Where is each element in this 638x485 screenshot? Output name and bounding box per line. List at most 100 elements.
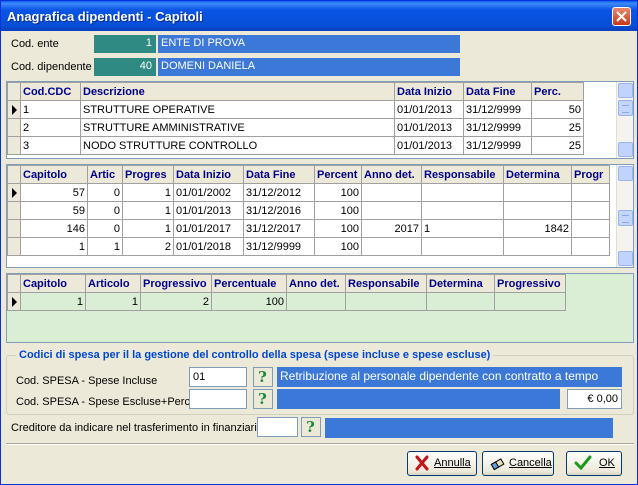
table-cell[interactable] — [426, 292, 495, 311]
cdc-grid[interactable]: Cod.CDC Descrizione Data Inizio Data Fin… — [6, 81, 634, 159]
table-cell[interactable]: 100 — [314, 219, 362, 238]
col-header[interactable]: Descrizione — [80, 82, 395, 101]
table-cell[interactable]: 100 — [314, 237, 362, 256]
table-cell[interactable]: 146 — [20, 219, 88, 238]
table-cell[interactable]: 1 — [20, 237, 88, 256]
table-cell[interactable]: 31/12/2017 — [243, 219, 315, 238]
table-row[interactable]: 1 1 2 100 — [7, 292, 566, 311]
table-cell[interactable]: 50 — [531, 100, 584, 119]
table-cell[interactable]: 25 — [531, 118, 584, 137]
row-indicator[interactable] — [7, 219, 21, 238]
table-cell[interactable]: 1 — [122, 201, 174, 220]
col-header[interactable]: Capitolo — [20, 274, 86, 293]
table-row[interactable]: 2 STRUTTURE AMMINISTRATIVE 01/01/2013 31… — [7, 118, 584, 137]
table-cell[interactable]: 31/12/9999 — [463, 136, 532, 155]
table-cell[interactable]: 59 — [20, 201, 88, 220]
table-cell[interactable]: 3 — [20, 136, 81, 155]
cancella-button[interactable]: Cancella — [482, 451, 554, 476]
col-header[interactable]: Data Fine — [243, 165, 315, 184]
scroll-down-button[interactable] — [618, 251, 633, 266]
col-header[interactable]: Progr — [571, 165, 610, 184]
table-cell[interactable]: 31/12/9999 — [463, 100, 532, 119]
col-header[interactable]: Progressivo — [140, 274, 212, 293]
row-indicator[interactable] — [7, 237, 21, 256]
creditore-lookup-button[interactable]: ? — [301, 417, 321, 437]
table-cell[interactable]: 1842 — [503, 219, 572, 238]
table-cell[interactable]: 31/12/2016 — [243, 201, 315, 220]
scroll-thumb[interactable] — [618, 210, 633, 226]
capitoli-grid[interactable]: Capitolo Artic Progres Data Inizio Data … — [6, 164, 634, 268]
table-cell[interactable] — [571, 219, 610, 238]
table-cell[interactable]: 31/12/2012 — [243, 183, 315, 202]
table-cell[interactable]: 1 — [122, 219, 174, 238]
table-cell[interactable]: 01/01/2013 — [394, 118, 464, 137]
scroll-up-button[interactable] — [618, 166, 633, 181]
table-row[interactable]: 59 0 1 01/01/2013 31/12/2016 100 — [7, 201, 610, 220]
row-indicator[interactable] — [7, 201, 21, 220]
table-cell[interactable]: 01/01/2018 — [173, 237, 244, 256]
table-cell[interactable]: 0 — [87, 201, 123, 220]
table-cell[interactable]: 1 — [20, 100, 81, 119]
col-header[interactable]: Articolo — [85, 274, 141, 293]
scroll-thumb[interactable] — [618, 100, 633, 116]
table-cell[interactable]: STRUTTURE AMMINISTRATIVE — [80, 118, 395, 137]
table-cell[interactable]: 2 — [140, 292, 212, 311]
col-header[interactable]: Responsabile — [421, 165, 504, 184]
table-cell[interactable]: 2017 — [361, 219, 422, 238]
table-cell[interactable] — [503, 183, 572, 202]
table-cell[interactable]: 01/01/2013 — [394, 136, 464, 155]
col-header[interactable]: Data Fine — [463, 82, 532, 101]
table-cell[interactable] — [286, 292, 346, 311]
row-indicator[interactable] — [7, 292, 21, 311]
table-cell[interactable]: 2 — [20, 118, 81, 137]
col-header[interactable]: Data Inizio — [173, 165, 244, 184]
table-cell[interactable] — [571, 237, 610, 256]
annulla-button[interactable]: Annulla — [407, 451, 477, 476]
ok-button[interactable]: OK — [566, 451, 622, 476]
table-cell[interactable] — [361, 201, 422, 220]
table-cell[interactable]: NODO STRUTTURE CONTROLLO — [80, 136, 395, 155]
col-header[interactable]: Determina — [503, 165, 572, 184]
scroll-up-button[interactable] — [618, 83, 633, 98]
creditore-input[interactable] — [257, 417, 298, 437]
col-header[interactable]: Perc. — [531, 82, 584, 101]
col-header[interactable]: Capitolo — [20, 165, 88, 184]
table-cell[interactable]: 1 — [421, 219, 504, 238]
col-header[interactable]: Anno det. — [361, 165, 422, 184]
table-cell[interactable] — [503, 237, 572, 256]
table-row[interactable]: 3 NODO STRUTTURE CONTROLLO 01/01/2013 31… — [7, 136, 584, 155]
row-indicator[interactable] — [7, 100, 21, 119]
table-row[interactable]: 1 1 2 01/01/2018 31/12/9999 100 — [7, 237, 610, 256]
scroll-down-button[interactable] — [618, 142, 633, 157]
table-cell[interactable] — [361, 237, 422, 256]
table-cell[interactable]: 01/01/2002 — [173, 183, 244, 202]
table-cell[interactable]: 1 — [85, 292, 141, 311]
table-cell[interactable]: 2 — [122, 237, 174, 256]
col-header[interactable]: Cod.CDC — [20, 82, 81, 101]
table-cell[interactable]: 31/12/9999 — [463, 118, 532, 137]
table-cell[interactable]: 0 — [87, 219, 123, 238]
cdc-scrollbar[interactable] — [616, 82, 633, 158]
sub-grid[interactable]: Capitolo Articolo Progressivo Percentual… — [6, 273, 634, 343]
col-header[interactable]: Anno det. — [286, 274, 346, 293]
table-cell[interactable]: 01/01/2017 — [173, 219, 244, 238]
table-cell[interactable]: 100 — [211, 292, 287, 311]
table-cell[interactable] — [571, 183, 610, 202]
spese-incluse-input[interactable]: 01 — [189, 367, 247, 387]
col-header[interactable]: Progressivo — [494, 274, 566, 293]
row-indicator[interactable] — [7, 183, 21, 202]
spese-escluse-lookup-button[interactable]: ? — [253, 389, 273, 409]
row-indicator[interactable] — [7, 118, 21, 137]
dipendente-code-field[interactable]: 40 — [94, 58, 156, 76]
ente-code-field[interactable]: 1 — [94, 35, 156, 53]
spese-escluse-amount[interactable]: € 0,00 — [567, 389, 622, 409]
table-cell[interactable]: 01/01/2013 — [394, 100, 464, 119]
table-cell[interactable] — [571, 201, 610, 220]
table-cell[interactable]: 01/01/2013 — [173, 201, 244, 220]
col-header[interactable]: Progres — [122, 165, 174, 184]
spese-incluse-lookup-button[interactable]: ? — [253, 367, 273, 387]
table-cell[interactable]: STRUTTURE OPERATIVE — [80, 100, 395, 119]
table-cell[interactable] — [494, 292, 566, 311]
row-indicator[interactable] — [7, 136, 21, 155]
table-cell[interactable]: 0 — [87, 183, 123, 202]
